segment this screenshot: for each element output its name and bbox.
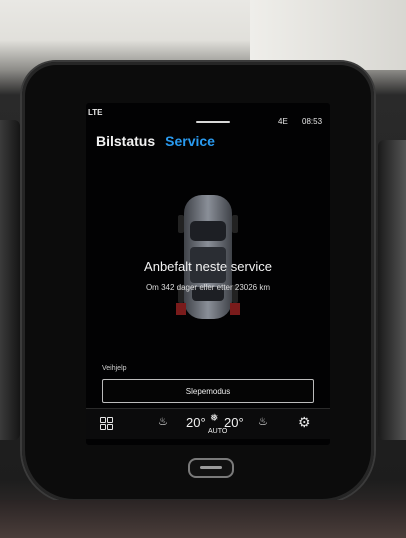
home-button[interactable]	[188, 458, 234, 478]
car-topview-icon	[176, 195, 240, 319]
clock: 08:53	[302, 117, 323, 126]
top-tabs: Bilstatus Service	[96, 133, 215, 151]
seat-heat-left-icon[interactable]: ♨	[158, 415, 168, 428]
status-bar: LTE 4E 08:53	[86, 103, 330, 126]
right-air-vent	[378, 140, 406, 440]
home-grid-icon[interactable]	[100, 417, 113, 430]
service-headline: Anbefalt neste service	[144, 259, 272, 274]
left-air-vent	[0, 120, 20, 440]
tab-bilstatus[interactable]: Bilstatus	[96, 133, 155, 149]
tow-mode-button[interactable]: Slepemodus	[102, 379, 314, 403]
service-detail: Om 342 dager eller etter 23026 km	[145, 283, 271, 292]
right-temperature[interactable]: 20°	[224, 415, 244, 430]
seat-heat-right-icon[interactable]: ♨	[258, 415, 268, 428]
climate-bar: ♨ 20° ❅ AUTO 20° ♨ ⚙	[86, 408, 330, 439]
fan-icon[interactable]: ❅	[210, 413, 218, 424]
infotainment-screen: LTE 4E 08:53 Bilstatus Service Anbefalt …	[86, 103, 330, 445]
signal-indicator: LTE	[88, 108, 103, 117]
tab-service[interactable]: Service	[165, 133, 215, 149]
settings-gear-icon[interactable]: ⚙	[298, 415, 312, 429]
pull-down-handle[interactable]	[196, 121, 230, 123]
roadside-label: Veihjelp	[102, 365, 127, 372]
ceiling-panel	[250, 0, 406, 70]
dashboard-lower	[0, 500, 406, 538]
connectivity-indicator: 4E	[278, 117, 288, 126]
left-temperature[interactable]: 20°	[186, 415, 206, 430]
